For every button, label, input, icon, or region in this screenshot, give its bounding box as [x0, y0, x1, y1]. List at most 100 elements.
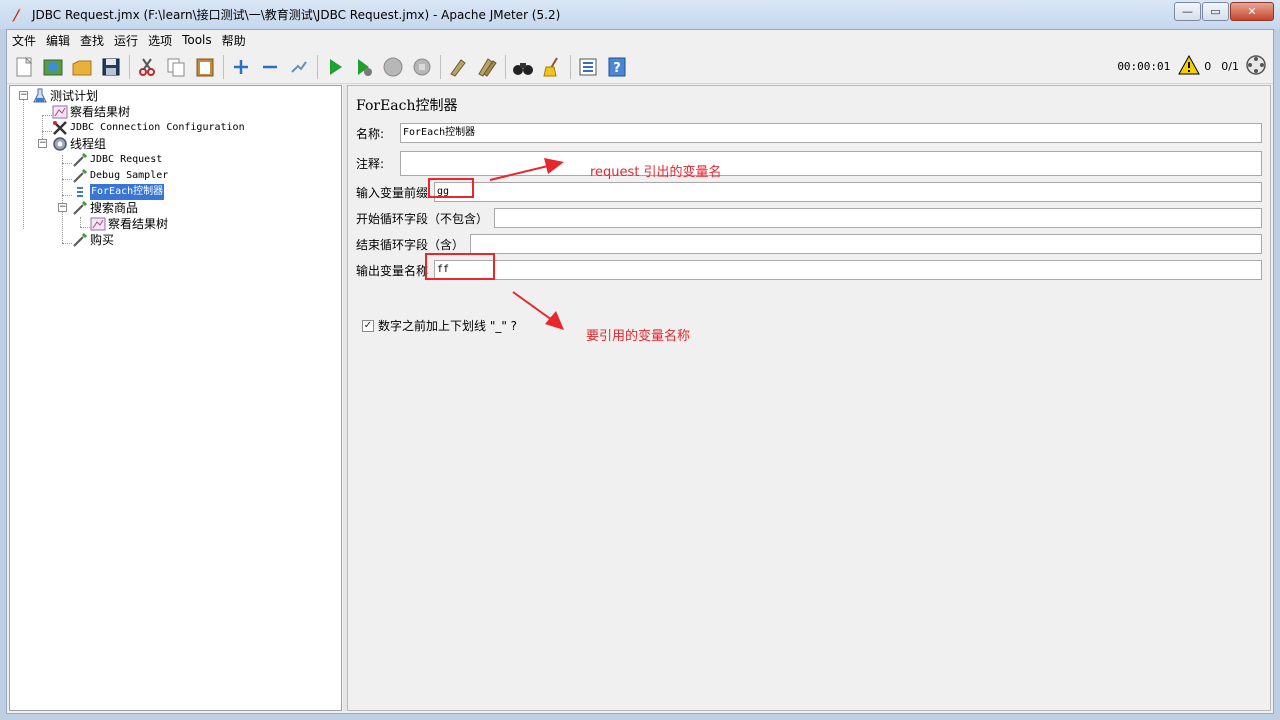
sampler-pipette-icon	[72, 152, 88, 168]
jmeter-feather-icon	[8, 7, 24, 23]
copy-icon[interactable]	[163, 54, 189, 80]
close-button[interactable]: ✕	[1230, 2, 1274, 21]
output-variable-row: 输出变量名称	[356, 259, 428, 281]
tree-node-label: 测试计划	[50, 89, 99, 103]
window-controls: — ▭ ✕	[1173, 2, 1274, 21]
tree-node-label: JDBC Connection Configuration	[70, 122, 245, 133]
warning-count: 0	[1204, 60, 1212, 73]
clear-icon[interactable]	[445, 54, 471, 80]
highlight-input-prefix	[428, 178, 474, 198]
elapsed-timer: 00:00:01	[1117, 60, 1171, 73]
tree-connector	[80, 217, 81, 227]
toolbar-separator	[317, 54, 318, 79]
toolbar-separator	[223, 54, 224, 79]
name-label: 名称:	[356, 126, 385, 141]
clear-all-icon[interactable]	[474, 54, 500, 80]
foreach-controller-panel: ForEach控制器 名称: ForEach控制器 注释: 输入变量前缀 gg …	[347, 85, 1271, 711]
tree-node-jdbc-request[interactable]: JDBC Request	[72, 152, 162, 168]
tree-connector	[62, 179, 72, 180]
start-no-pauses-icon[interactable]	[351, 54, 377, 80]
name-row: 名称:	[356, 122, 384, 144]
save-icon[interactable]	[98, 54, 124, 80]
templates-icon[interactable]	[40, 54, 66, 80]
menu-bar: 文件 编辑 查找 运行 选项 Tools 帮助	[7, 30, 1273, 50]
start-icon[interactable]	[322, 54, 348, 80]
open-icon[interactable]	[69, 54, 95, 80]
highlight-output-variable	[425, 253, 495, 280]
tree-node-label: 购买	[90, 233, 115, 247]
output-variable-input[interactable]: ff	[434, 260, 1262, 280]
toggle-icon[interactable]	[286, 54, 312, 80]
menu-run[interactable]: 运行	[109, 32, 143, 49]
underscore-checkbox-label: 数字之前加上下划线 "_" ?	[378, 319, 518, 333]
toolbar: ? 00:00:01 0 0/1	[7, 50, 1273, 84]
tree-connector	[42, 131, 52, 132]
tree-node-label: JDBC Request	[90, 154, 163, 165]
comment-row: 注释:	[356, 152, 384, 174]
tree-connector	[62, 163, 72, 164]
tree-node-test-plan[interactable]: 测试计划	[32, 88, 98, 104]
tree-node-jdbc-config[interactable]: JDBC Connection Configuration	[52, 120, 245, 136]
collapse-toggle[interactable]: −	[38, 139, 47, 148]
end-index-input[interactable]	[470, 234, 1262, 254]
tree-node-label: 察看结果树	[70, 105, 131, 119]
underscore-checkbox[interactable]: ✓	[362, 319, 374, 332]
menu-edit[interactable]: 编辑	[41, 32, 75, 49]
input-prefix-row: 输入变量前缀	[356, 181, 428, 203]
start-index-input[interactable]	[494, 208, 1262, 228]
menu-tools[interactable]: Tools	[177, 33, 217, 47]
cut-icon[interactable]	[134, 54, 160, 80]
comment-input[interactable]	[400, 151, 1262, 176]
stop-icon[interactable]	[380, 54, 406, 80]
shutdown-icon[interactable]	[409, 54, 435, 80]
annotation-request-variable: request 引出的变量名	[590, 165, 722, 180]
tree-node-thread-group[interactable]: 线程组	[52, 136, 106, 152]
tree-node-label: ForEach控制器	[90, 184, 165, 200]
menu-options[interactable]: 选项	[143, 32, 177, 49]
new-icon[interactable]	[11, 54, 37, 80]
sampler-pipette-icon	[72, 200, 88, 216]
tree-node-label: 察看结果树	[108, 217, 169, 231]
paste-icon[interactable]	[192, 54, 218, 80]
panel-title: ForEach控制器	[356, 98, 458, 114]
reset-search-broom-icon[interactable]	[539, 54, 565, 80]
remote-status-icon	[1245, 54, 1267, 79]
tree-node-search-goods[interactable]: 搜索商品	[72, 200, 138, 216]
sampler-pipette-icon	[72, 232, 88, 248]
tree-node-results-tree[interactable]: 察看结果树	[52, 104, 130, 120]
collapse-all-icon[interactable]	[257, 54, 283, 80]
tree-node-foreach-controller[interactable]: ForEach控制器	[72, 184, 165, 200]
collapse-toggle[interactable]: −	[19, 91, 28, 100]
underscore-checkbox-row[interactable]: ✓ 数字之前加上下划线 "_" ?	[362, 317, 517, 334]
tree-node-label: 搜索商品	[90, 201, 139, 215]
input-prefix-input[interactable]: gg	[434, 182, 1262, 202]
name-input[interactable]: ForEach控制器	[400, 123, 1262, 143]
collapse-toggle[interactable]: −	[58, 203, 67, 212]
toolbar-separator	[129, 54, 130, 79]
active-threads: 0/1	[1221, 60, 1239, 73]
menu-file[interactable]: 文件	[7, 32, 41, 49]
menu-help[interactable]: 帮助	[217, 32, 251, 49]
help-icon[interactable]: ?	[604, 54, 630, 80]
tree-node-label: Debug Sampler	[90, 170, 169, 181]
comment-label: 注释:	[356, 156, 385, 171]
test-plan-tree[interactable]: − − − 测试计划 察看结果树 JDBC Connection Configu…	[9, 85, 342, 711]
tree-connector	[80, 227, 90, 228]
menu-search[interactable]: 查找	[75, 32, 109, 49]
search-binoculars-icon[interactable]	[510, 54, 536, 80]
tree-connector	[62, 195, 72, 196]
restore-button[interactable]: ▭	[1202, 2, 1229, 21]
expand-all-icon[interactable]	[228, 54, 254, 80]
tree-node-results-tree-child[interactable]: 察看结果树	[90, 216, 168, 232]
minimize-button[interactable]: —	[1174, 2, 1201, 21]
warning-icon[interactable]	[1178, 54, 1201, 78]
end-index-row: 结束循环字段（含）	[356, 233, 464, 255]
tree-node-debug-sampler[interactable]: Debug Sampler	[72, 168, 168, 184]
function-helper-icon[interactable]	[575, 54, 601, 80]
annotation-referenced-variable: 要引用的变量名称	[586, 329, 691, 344]
window-title: JDBC Request.jmx (F:\learn\接口测试\一\教育测试\J…	[32, 8, 561, 22]
foreach-controller-icon	[72, 184, 88, 200]
toolbar-separator	[440, 54, 441, 79]
input-prefix-label: 输入变量前缀	[356, 185, 429, 200]
tree-node-purchase[interactable]: 购买	[72, 232, 114, 248]
